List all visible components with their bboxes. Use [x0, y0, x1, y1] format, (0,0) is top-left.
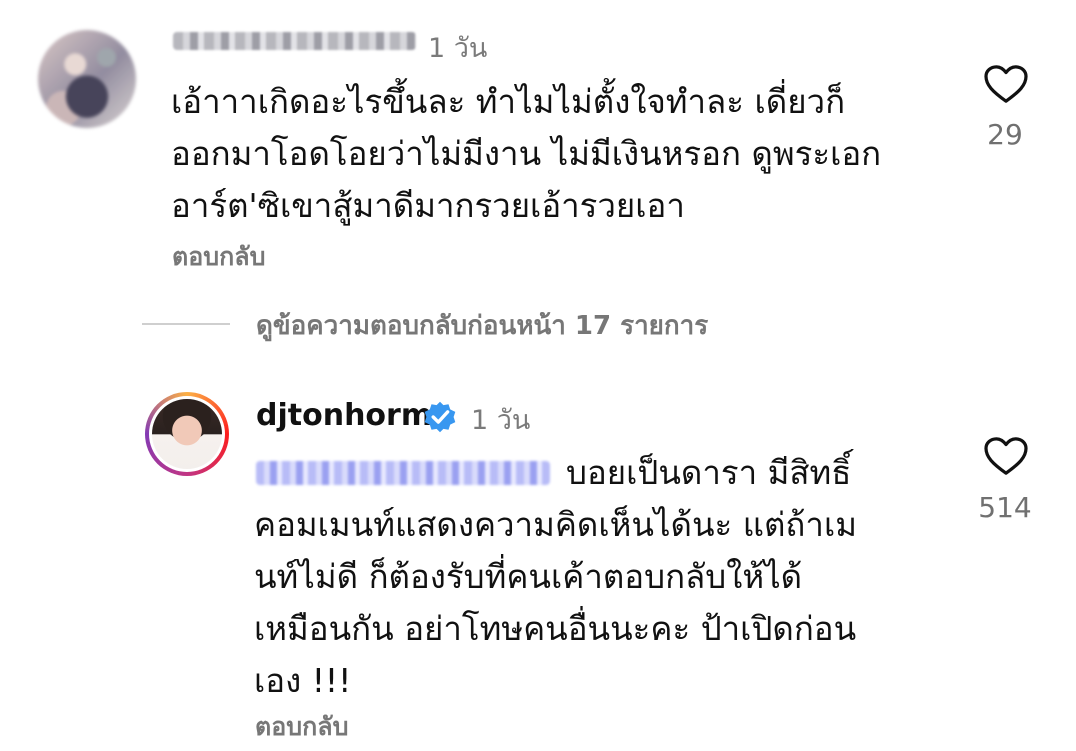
- comment-time: 1 วัน: [428, 33, 488, 64]
- view-replies-label[interactable]: ดูข้อความตอบกลับก่อนหน้า 17 รายการ: [256, 305, 708, 346]
- comment-line: นท์ไม่ดี ก็ต้องรับที่คนเค้าตอบกลับให้ได้: [254, 557, 803, 596]
- comment-line: เหมือนกัน อย่าโทษคนอื่นนะคะ ป้าเปิดก่อน: [254, 609, 857, 648]
- verified-badge-icon: [424, 401, 456, 433]
- like-count: 29: [987, 118, 1023, 151]
- view-previous-replies[interactable]: ดูข้อความตอบกลับก่อนหน้า 17 รายการ: [142, 305, 842, 345]
- blurred-mention[interactable]: [256, 461, 550, 485]
- divider-line: [142, 323, 230, 325]
- username[interactable]: djtonhorm: [256, 398, 432, 433]
- comment-line: คอมเมนท์แสดงความคิดเห็นได้นะ แต่ถ้าเม: [254, 505, 857, 544]
- avatar-frame: [149, 396, 225, 472]
- comment-line: เอง !!!: [254, 661, 352, 700]
- like-count: 514: [978, 491, 1032, 524]
- comment-first-line: บอยเป็นดารา มีสิทธิ์: [566, 453, 852, 492]
- story-ring-avatar[interactable]: [145, 392, 229, 476]
- comment-line: ออกมาโอดโอยว่าไม่มีงาน ไม่มีเงินหรอก ดูพ…: [171, 134, 882, 173]
- heart-icon[interactable]: [983, 436, 1029, 476]
- comment-time: 1 วัน: [471, 405, 531, 436]
- comment-line: เอ้าาาเกิดอะไรขึ้นละ ทำไมไม่ตั้งใจทำละ เ…: [171, 82, 846, 121]
- blurred-avatar[interactable]: [38, 30, 136, 128]
- comment-text: เอ้าาาเกิดอะไรขึ้นละ ทำไมไม่ตั้งใจทำละ เ…: [171, 76, 951, 232]
- avatar: [152, 399, 222, 469]
- blurred-username[interactable]: [173, 32, 416, 50]
- comment-line: อาร์ต'ซิเขาสู้มาดีมากรวยเอ้ารวยเอา: [171, 186, 685, 225]
- comment-text: คอมเมนท์แสดงความคิดเห็นได้นะ แต่ถ้าเม นท…: [254, 499, 954, 707]
- heart-icon[interactable]: [983, 64, 1029, 104]
- reply-button[interactable]: ตอบกลับ: [255, 707, 348, 747]
- reply-button[interactable]: ตอบกลับ: [172, 237, 265, 277]
